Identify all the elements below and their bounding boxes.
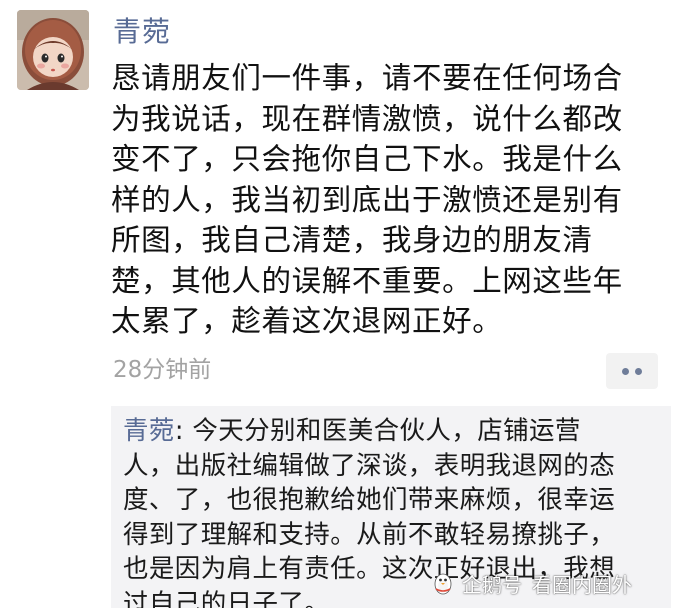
post-author-name[interactable]: 青菀 <box>113 12 171 52</box>
avatar[interactable] <box>17 10 89 90</box>
watermark-platform: 企鹅号 <box>462 572 522 597</box>
penguin-icon <box>434 573 452 595</box>
more-button[interactable] <box>606 353 658 389</box>
post-text: 恳请朋友们一件事，请不要在任何场合 为我说话，现在群情激愤，说什么都改 变不了，… <box>111 61 623 338</box>
comment-separator: : <box>174 416 193 446</box>
more-dots-icon <box>635 367 642 375</box>
moments-post: 青菀 恳请朋友们一件事，请不要在任何场合 为我说话，现在群情激愤，说什么都改 变… <box>0 0 682 608</box>
doll-avatar-icon <box>17 10 89 90</box>
more-dots-icon <box>622 367 629 375</box>
watermark: 企鹅号 看圈内圈外 <box>430 565 632 601</box>
comment-author-name[interactable]: 青菀 <box>123 416 175 446</box>
watermark-account: 看圈内圈外 <box>532 572 632 597</box>
post-timestamp: 28分钟前 <box>113 357 212 383</box>
